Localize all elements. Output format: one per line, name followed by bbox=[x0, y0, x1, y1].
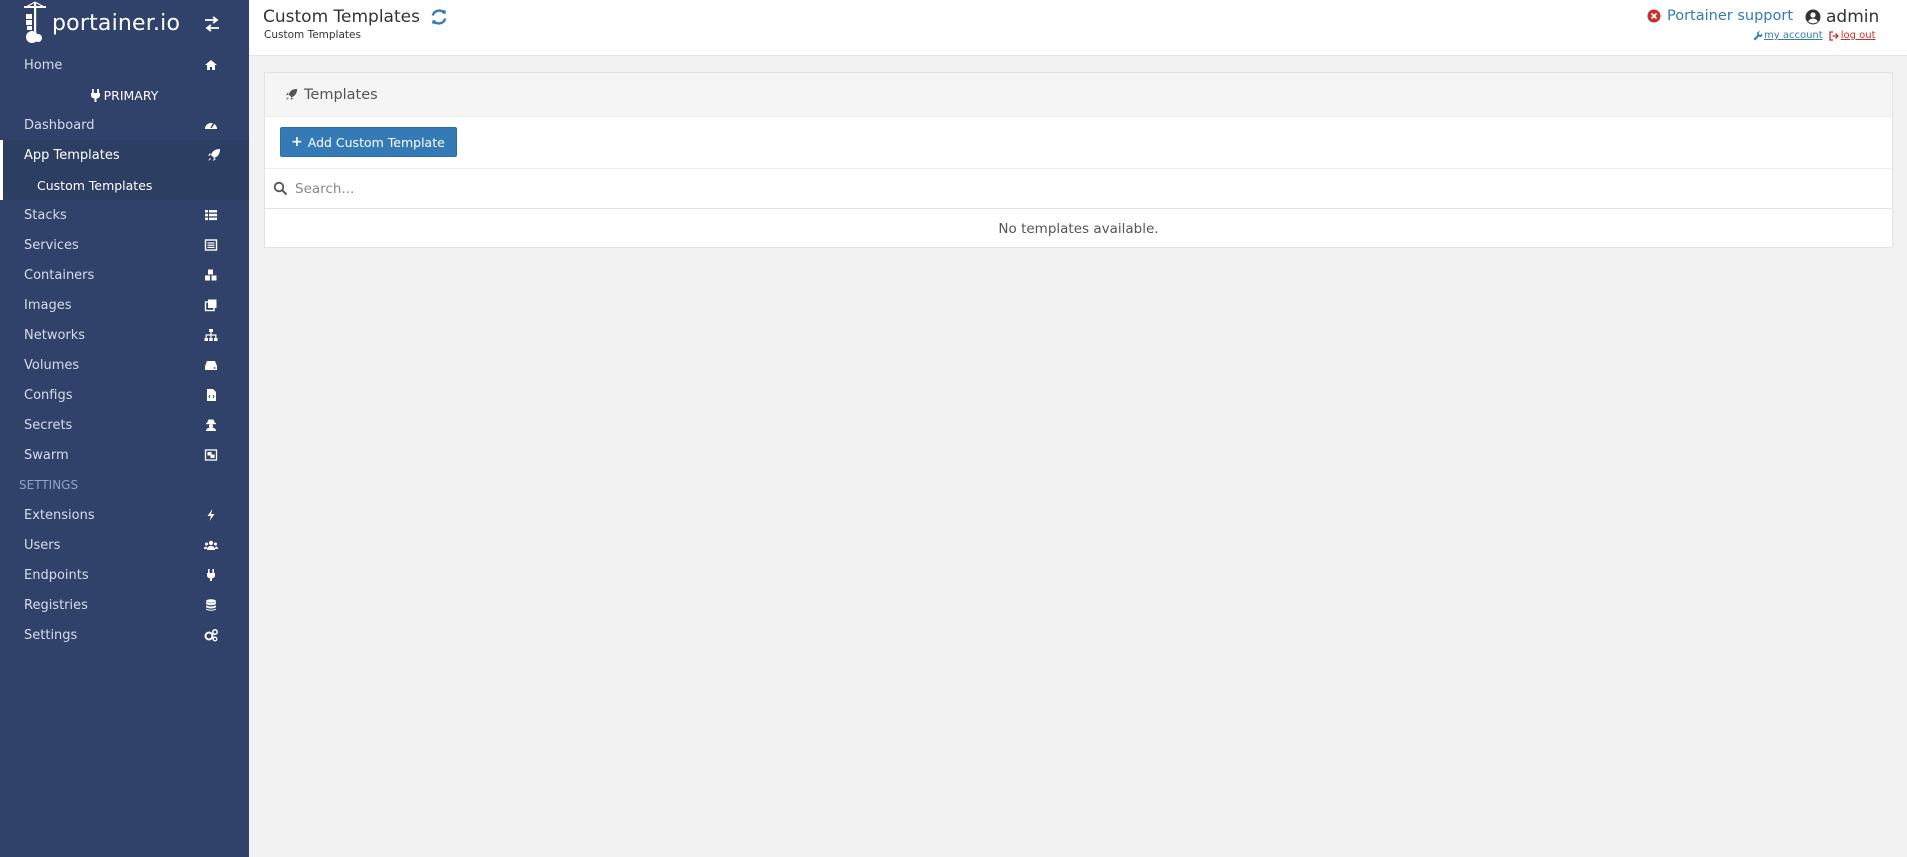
user-circle-icon bbox=[1805, 9, 1821, 25]
sidebar-item-images[interactable]: Images bbox=[0, 290, 249, 320]
clone-icon bbox=[204, 299, 217, 312]
username: admin bbox=[1826, 7, 1880, 27]
users-icon bbox=[204, 540, 218, 550]
sidebar-item-networks[interactable]: Networks bbox=[0, 320, 249, 350]
breadcrumb: Custom Templates bbox=[264, 29, 361, 41]
widget-title: Templates bbox=[304, 86, 378, 103]
sign-out-icon bbox=[1829, 30, 1839, 41]
sidebar-item-services[interactable]: Services bbox=[0, 230, 249, 260]
plug-icon bbox=[90, 88, 100, 102]
sidebar-item-dashboard[interactable]: Dashboard bbox=[0, 110, 249, 140]
cogs-icon bbox=[204, 629, 218, 642]
user-secret-icon bbox=[206, 419, 216, 431]
sidebar: portainer.io Home PRIMARY Dashboard App … bbox=[0, 0, 249, 857]
search-icon bbox=[273, 181, 288, 196]
portainer-crane-icon bbox=[24, 1, 46, 43]
widget-toolbar: + Add Custom Template bbox=[265, 117, 1892, 169]
settings-section-header: SETTINGS bbox=[19, 478, 79, 492]
widget-header: Templates bbox=[265, 73, 1892, 117]
sidebar-item-home[interactable]: Home bbox=[0, 50, 249, 80]
times-circle-icon bbox=[1647, 9, 1661, 23]
object-group-icon bbox=[204, 449, 218, 461]
sidebar-item-app-templates[interactable]: App Templates bbox=[0, 140, 249, 170]
database-icon bbox=[206, 599, 216, 611]
my-account-link[interactable]: my account bbox=[1753, 30, 1823, 41]
sidebar-brand: portainer.io bbox=[0, 0, 249, 50]
plus-icon: + bbox=[291, 134, 303, 150]
sidebar-item-settings[interactable]: Settings bbox=[0, 620, 249, 650]
exchange-icon[interactable] bbox=[203, 15, 221, 33]
sidebar-item-configs[interactable]: Configs bbox=[0, 380, 249, 410]
tachometer-icon bbox=[205, 122, 217, 129]
portainer-support-link[interactable]: Portainer support bbox=[1647, 8, 1793, 24]
add-custom-template-button[interactable]: + Add Custom Template bbox=[280, 127, 457, 157]
sidebar-item-registries[interactable]: Registries bbox=[0, 590, 249, 620]
rocket-icon bbox=[285, 88, 298, 101]
templates-widget: Templates + Add Custom Template No templ… bbox=[264, 72, 1893, 248]
empty-message: No templates available. bbox=[998, 220, 1159, 237]
sidebar-item-volumes[interactable]: Volumes bbox=[0, 350, 249, 380]
th-list-icon bbox=[205, 210, 217, 221]
cubes-icon bbox=[205, 269, 217, 281]
sidebar-item-label: Home bbox=[24, 57, 63, 73]
file-code-icon bbox=[207, 389, 216, 401]
refresh-icon[interactable] bbox=[429, 7, 449, 27]
bolt-icon bbox=[207, 509, 215, 521]
hdd-icon bbox=[205, 361, 217, 370]
page-header: Custom Templates Custom Templates Portai… bbox=[249, 0, 1907, 56]
search-input[interactable] bbox=[295, 175, 1875, 203]
portainer-logo[interactable]: portainer.io bbox=[22, 0, 180, 46]
sidebar-item-containers[interactable]: Containers bbox=[0, 260, 249, 290]
page-title: Custom Templates bbox=[263, 7, 449, 27]
sidebar-item-swarm[interactable]: Swarm bbox=[0, 440, 249, 470]
list-alt-icon bbox=[204, 239, 218, 251]
sitemap-icon bbox=[204, 329, 218, 341]
account-links: my account log out bbox=[1753, 30, 1876, 41]
search-bar bbox=[265, 169, 1892, 209]
sidebar-item-extensions[interactable]: Extensions bbox=[0, 500, 249, 530]
sidebar-item-users[interactable]: Users bbox=[0, 530, 249, 560]
plug-icon bbox=[207, 569, 215, 581]
sidebar-item-custom-templates[interactable]: Custom Templates bbox=[0, 170, 249, 200]
sidebar-item-stacks[interactable]: Stacks bbox=[0, 200, 249, 230]
user-info: admin bbox=[1805, 7, 1879, 27]
rocket-icon bbox=[208, 149, 220, 161]
log-out-link[interactable]: log out bbox=[1829, 30, 1876, 41]
home-icon bbox=[205, 60, 217, 70]
wrench-icon bbox=[1753, 30, 1763, 40]
sidebar-item-endpoints[interactable]: Endpoints bbox=[0, 560, 249, 590]
endpoint-name: PRIMARY bbox=[0, 80, 249, 110]
brand-name: portainer.io bbox=[52, 10, 181, 36]
sidebar-item-secrets[interactable]: Secrets bbox=[0, 410, 249, 440]
sidebar-nav: Home PRIMARY Dashboard App Templates Cus… bbox=[0, 50, 249, 650]
